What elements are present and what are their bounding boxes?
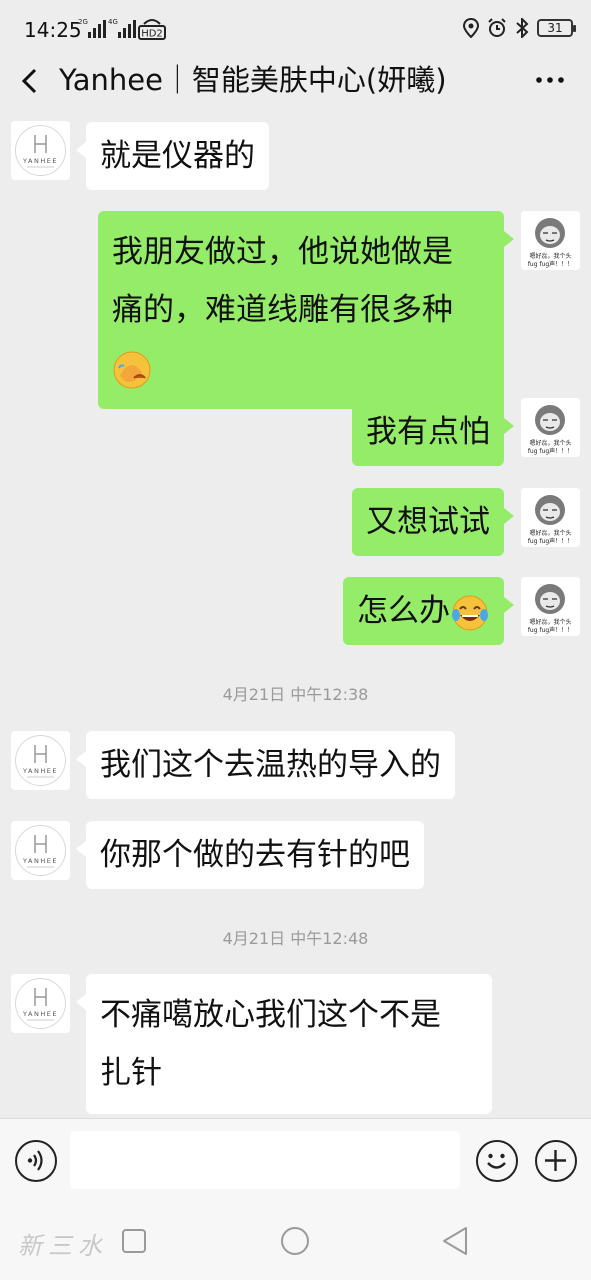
hd-voice-icon: HD2 <box>138 19 166 40</box>
message-input[interactable] <box>70 1131 460 1189</box>
message-bubble-outgoing[interactable]: 我朋友做过，他说她做是 痛的，难道线雕有很多种 <box>98 211 514 409</box>
more-options-icon[interactable] <box>535 68 565 92</box>
svg-text:fug fug声！！！: fug fug声！！！ <box>528 626 573 634</box>
message-timestamp: 4月21日 中午12:48 <box>222 929 369 948</box>
back-nav-icon[interactable] <box>441 1226 469 1256</box>
home-icon[interactable] <box>280 1226 310 1256</box>
bluetooth-icon <box>516 18 529 38</box>
chat-title: Yanhee｜智能美肤中心(妍曦) <box>59 63 447 97</box>
tears-of-joy-emoji <box>452 595 488 630</box>
my-avatar[interactable]: 嗯好惢，我个头 fug fug声！！！ <box>521 577 580 636</box>
recent-apps-icon[interactable] <box>121 1228 147 1254</box>
contact-avatar[interactable]: YANHEE <box>11 821 70 880</box>
svg-text:嗯好惢，我个头: 嗯好惢，我个头 <box>529 529 571 537</box>
message-bubble-outgoing[interactable]: 我有点怕 <box>352 398 514 466</box>
more-functions-button[interactable] <box>535 1140 577 1182</box>
message-timestamp: 4月21日 中午12:38 <box>222 685 369 704</box>
back-arrow-icon[interactable] <box>18 66 44 96</box>
svg-text:HD2: HD2 <box>141 29 163 40</box>
svg-text:YANHEE: YANHEE <box>22 767 58 775</box>
svg-text:嗯好惢，我个头: 嗯好惢，我个头 <box>529 618 571 626</box>
message-bubble-incoming[interactable]: 你那个做的去有针的吧 <box>76 821 424 889</box>
svg-text:YANHEE: YANHEE <box>22 1010 58 1018</box>
voice-icon <box>27 1150 43 1171</box>
svg-text:fug fug声！！！: fug fug声！！！ <box>528 537 573 545</box>
my-avatar[interactable]: 嗯好惢，我个头 fug fug声！！！ <box>521 211 580 270</box>
voice-input-button[interactable] <box>15 1140 57 1182</box>
signal-icon: 2G <box>78 18 106 38</box>
svg-text:fug fug声！！！: fug fug声！！！ <box>528 447 573 455</box>
system-navigation-bar: 新三水 <box>0 1202 591 1280</box>
message-bubble-incoming[interactable]: 就是仪器的 <box>76 122 269 190</box>
svg-text:YANHEE: YANHEE <box>22 857 58 865</box>
message-bubble-incoming[interactable]: 我们这个去温热的导入的 <box>76 731 455 799</box>
smiley-icon <box>487 1153 506 1169</box>
message-bubble-incoming[interactable]: 不痛噶放心我们这个不是 扎针 <box>76 974 492 1114</box>
watermark: 新三水 <box>18 1232 108 1260</box>
chat-header: Yanhee｜智能美肤中心(妍曦) <box>0 58 591 106</box>
plus-icon <box>545 1150 566 1171</box>
battery-icon: 31 <box>537 19 576 37</box>
location-icon <box>463 18 479 38</box>
svg-text:fug fug声！！！: fug fug声！！！ <box>528 260 573 268</box>
contact-avatar[interactable]: YANHEE <box>11 121 70 180</box>
svg-text:YANHEE: YANHEE <box>22 157 58 165</box>
svg-text:嗯好惢，我个头: 嗯好惢，我个头 <box>529 252 571 260</box>
alarm-icon <box>488 18 506 37</box>
status-bar: 14:25 2G 4G HD2 31 <box>0 0 591 58</box>
facepalm-emoji <box>113 351 151 388</box>
message-bubble-outgoing[interactable]: 怎么办 <box>343 577 514 645</box>
svg-text:嗯好惢，我个头: 嗯好惢，我个头 <box>529 439 571 447</box>
signal-icon-2: 4G <box>108 18 136 38</box>
contact-avatar[interactable]: YANHEE <box>11 731 70 790</box>
message-list[interactable]: YANHEE 就是仪器的 嗯好惢，我个头 fug fug声！！！ 我朋友做过，他… <box>0 106 591 1118</box>
input-bar <box>0 1118 591 1202</box>
message-bubble-outgoing[interactable]: 又想试试 <box>352 488 514 556</box>
status-time: 14:25 <box>24 18 82 42</box>
contact-avatar[interactable]: YANHEE <box>11 974 70 1033</box>
emoji-button[interactable] <box>476 1140 518 1182</box>
my-avatar[interactable]: 嗯好惢，我个头 fug fug声！！！ <box>521 488 580 547</box>
my-avatar[interactable]: 嗯好惢，我个头 fug fug声！！！ <box>521 398 580 457</box>
